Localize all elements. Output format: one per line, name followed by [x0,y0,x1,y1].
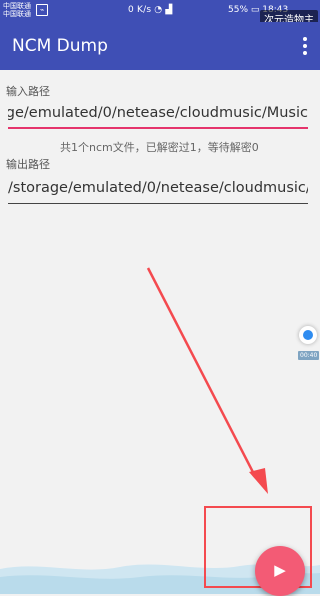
play-icon: ▶ [274,561,286,579]
start-decrypt-button[interactable]: ▶ [255,546,305,596]
annotation-arrow [146,267,268,494]
